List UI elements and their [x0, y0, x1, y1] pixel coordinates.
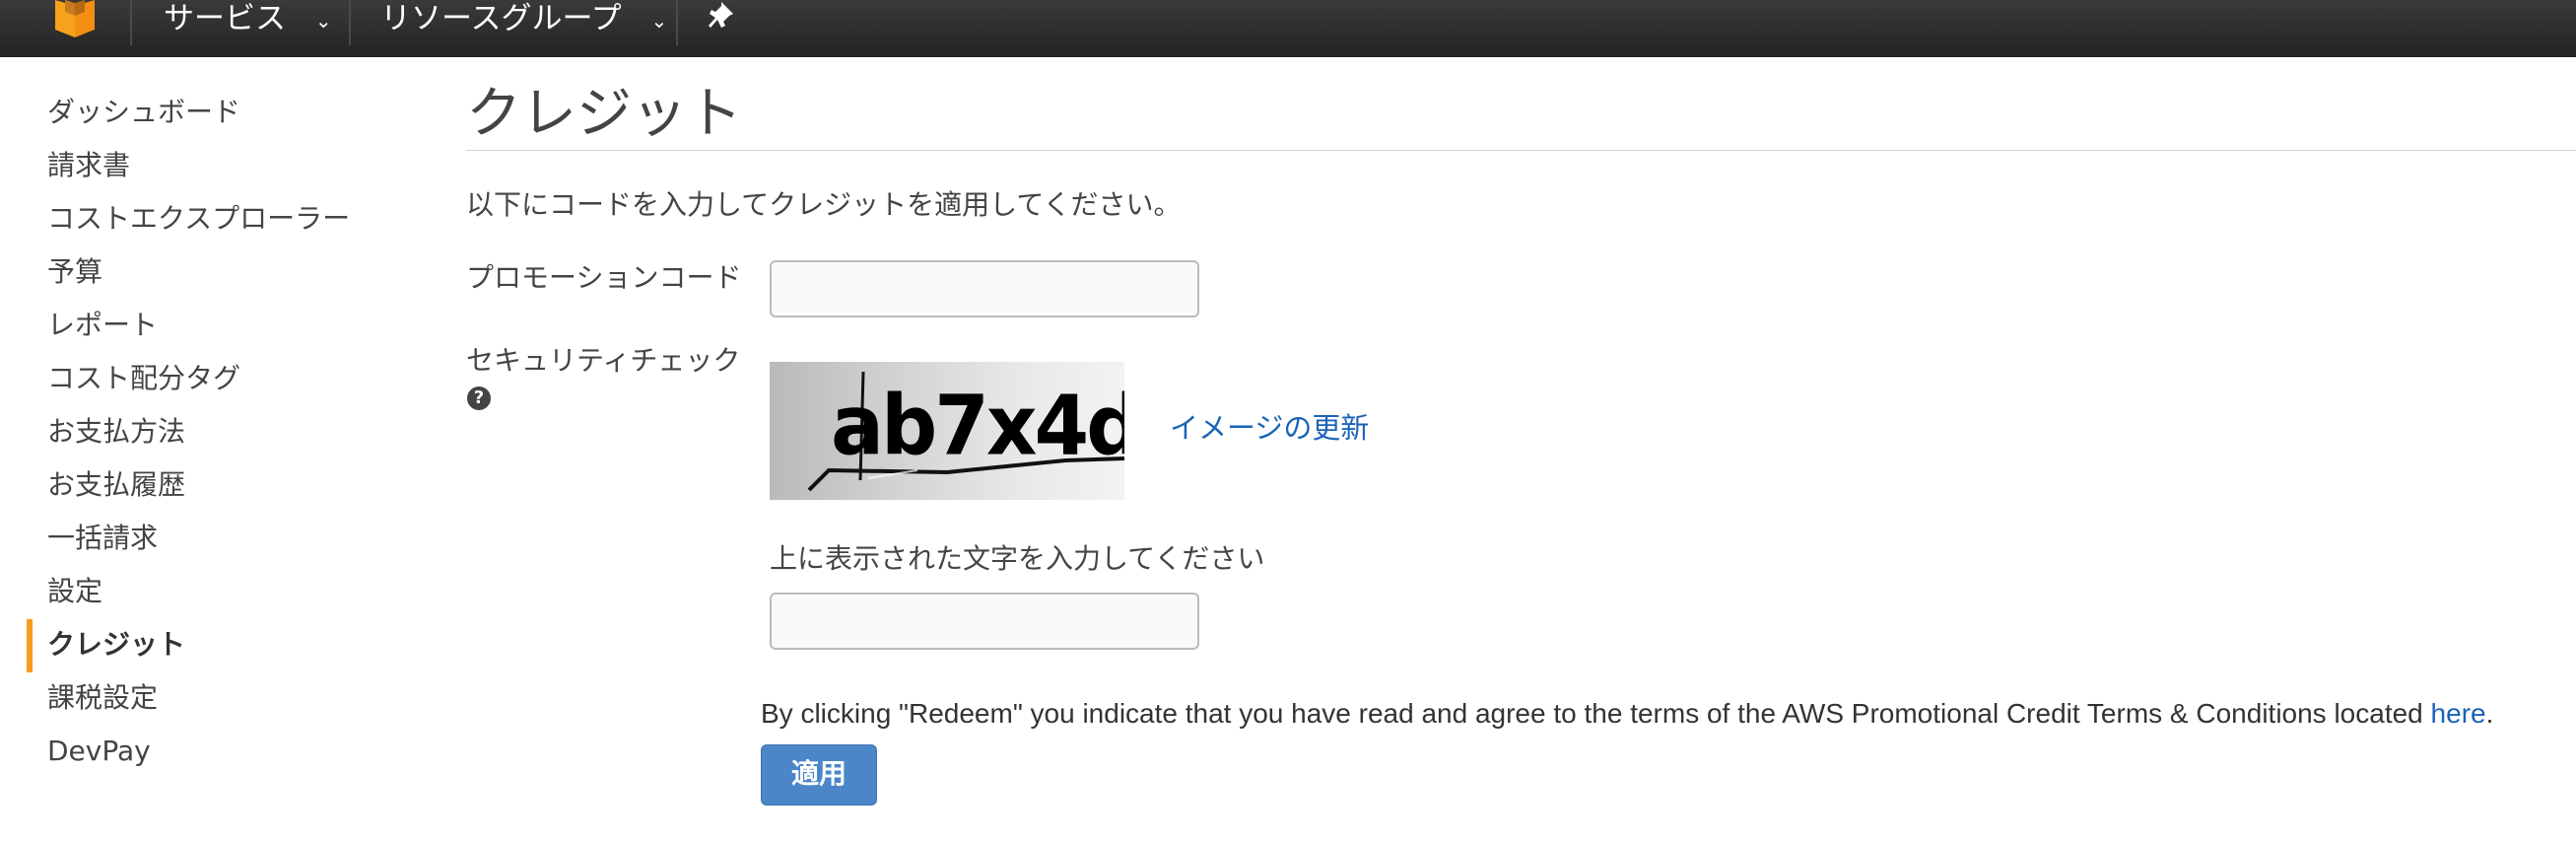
captcha-text: ab7x4d — [831, 377, 1124, 474]
nav-divider — [349, 0, 351, 45]
chevron-down-icon: ⌄ — [650, 8, 668, 33]
terms-here-link[interactable]: here — [2431, 698, 2486, 729]
captcha-prompt-label: 上に表示された文字を入力してください — [770, 542, 1265, 575]
sidebar-item-payment-history[interactable]: お支払履歴 — [47, 465, 185, 505]
top-nav-bar: サービス ⌄ リソースグループ ⌄ — [0, 0, 2576, 57]
resource-groups-menu[interactable]: リソースグループ ⌄ — [380, 0, 667, 39]
sidebar-item-consolidated-billing[interactable]: 一括請求 — [47, 519, 158, 558]
sidebar-item-payment-methods[interactable]: お支払方法 — [47, 412, 185, 452]
captcha-input[interactable] — [770, 593, 1199, 650]
nav-divider — [676, 0, 678, 45]
refresh-image-link[interactable]: イメージの更新 — [1170, 408, 1369, 448]
resource-groups-label: リソースグループ — [380, 1, 622, 36]
terms-period: . — [2485, 698, 2494, 729]
nav-divider — [130, 0, 132, 45]
promo-code-label: プロモーションコード — [466, 261, 742, 294]
sidebar-item-preferences[interactable]: 設定 — [47, 572, 102, 611]
security-check-label: セキュリティチェック — [466, 344, 741, 377]
title-divider — [466, 150, 2576, 151]
terms-text: By clicking "Redeem" you indicate that y… — [761, 693, 2493, 735]
captcha-image: ab7x4d — [770, 362, 1124, 500]
help-icon[interactable]: ? — [467, 386, 491, 410]
terms-body: By clicking "Redeem" you indicate that y… — [761, 698, 2431, 729]
active-indicator — [27, 619, 33, 672]
sidebar-item-budgets[interactable]: 予算 — [47, 252, 102, 292]
sidebar-item-cost-explorer[interactable]: コストエクスプローラー — [47, 199, 350, 239]
sidebar-item-cost-allocation-tags[interactable]: コスト配分タグ — [47, 359, 240, 398]
sidebar-item-bills[interactable]: 請求書 — [47, 146, 130, 185]
promo-code-input[interactable] — [770, 260, 1199, 317]
services-label: サービス — [164, 1, 286, 36]
chevron-down-icon: ⌄ — [314, 8, 332, 33]
sidebar-item-credits[interactable]: クレジット — [47, 625, 185, 665]
page-title: クレジット — [466, 82, 742, 146]
aws-logo-icon[interactable] — [49, 0, 101, 37]
sidebar-item-tax-settings[interactable]: 課税設定 — [47, 678, 158, 718]
intro-text: 以下にコードを入力してクレジットを適用してください。 — [466, 188, 1182, 221]
pin-icon[interactable] — [708, 0, 743, 35]
services-menu[interactable]: サービス ⌄ — [164, 0, 332, 39]
sidebar-item-reports[interactable]: レポート — [47, 306, 158, 345]
apply-button[interactable]: 適用 — [761, 744, 877, 806]
sidebar-item-dashboard[interactable]: ダッシュボード — [47, 93, 240, 132]
sidebar-item-devpay[interactable]: DevPay — [47, 732, 151, 771]
